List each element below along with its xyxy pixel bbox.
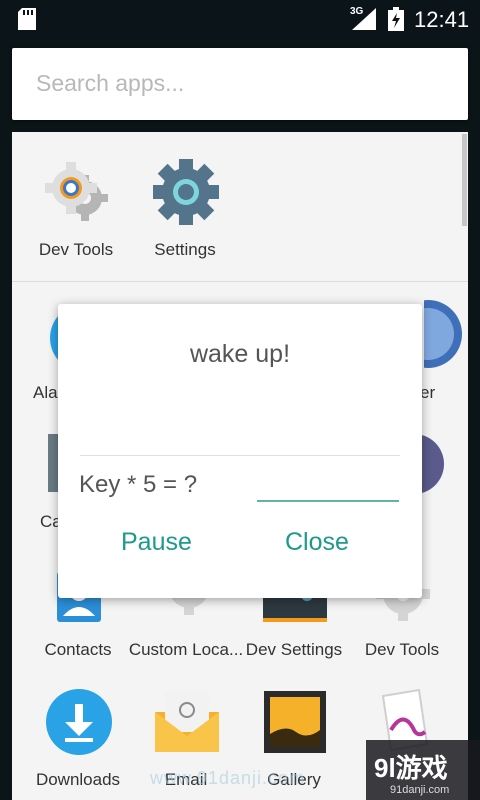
pause-button[interactable]: Pause — [121, 528, 192, 557]
close-button[interactable]: Close — [285, 528, 349, 557]
app-downloads[interactable]: Downloads — [23, 688, 133, 800]
email-icon — [155, 692, 219, 752]
app-label: Dev Tools — [364, 640, 440, 659]
gallery-icon — [264, 691, 326, 753]
globe-icon — [394, 300, 462, 368]
app-label: Dev Settings — [245, 640, 343, 659]
search-bar[interactable]: Search apps... — [12, 48, 468, 120]
app-label: Dev Tools — [38, 240, 114, 259]
app-settings-predicted[interactable]: Settings — [130, 158, 240, 286]
settings-icon — [153, 159, 219, 225]
app-label: Custom Loca... — [128, 640, 244, 659]
dialog-title: wake up! — [189, 340, 291, 368]
answer-input[interactable] — [257, 468, 399, 502]
wake-up-dialog: wake up! Key * 5 = ? Pause Close — [58, 304, 422, 598]
dialog-divider — [80, 455, 400, 456]
battery-icon — [388, 7, 404, 31]
downloads-icon — [46, 689, 112, 755]
app-dev-tools-predicted[interactable]: Dev Tools — [21, 158, 131, 286]
clock: 12:41 — [414, 7, 470, 32]
app-label: Settings — [154, 240, 216, 259]
status-bar: 3G 12:41 — [0, 0, 480, 38]
app-icon-partial — [384, 434, 444, 494]
app-label: Downloads — [35, 770, 121, 789]
watermark-domain: 91danji.com — [390, 784, 450, 796]
predicted-apps-divider — [12, 281, 468, 282]
watermark-text: www.91danji.com — [150, 768, 306, 788]
sd-card-icon — [18, 8, 36, 30]
app-label-right-partial: er — [420, 383, 436, 402]
dialog-question: Key * 5 = ? — [79, 471, 198, 498]
watermark-logo: 9l游戏 91danji.com — [366, 740, 480, 800]
app-label: Contacts — [44, 640, 112, 659]
app-label-alarm-partial: Ala — [33, 383, 58, 402]
dev-tools-icon — [45, 162, 108, 221]
app-right-partial-2[interactable] — [384, 434, 446, 494]
watermark-logo-text: 9l游戏 — [374, 753, 448, 783]
signal-icon — [352, 8, 376, 30]
search-placeholder: Search apps... — [36, 70, 185, 96]
app-browser-partial[interactable] — [394, 300, 468, 372]
drawer-scrollbar[interactable] — [462, 134, 467, 226]
